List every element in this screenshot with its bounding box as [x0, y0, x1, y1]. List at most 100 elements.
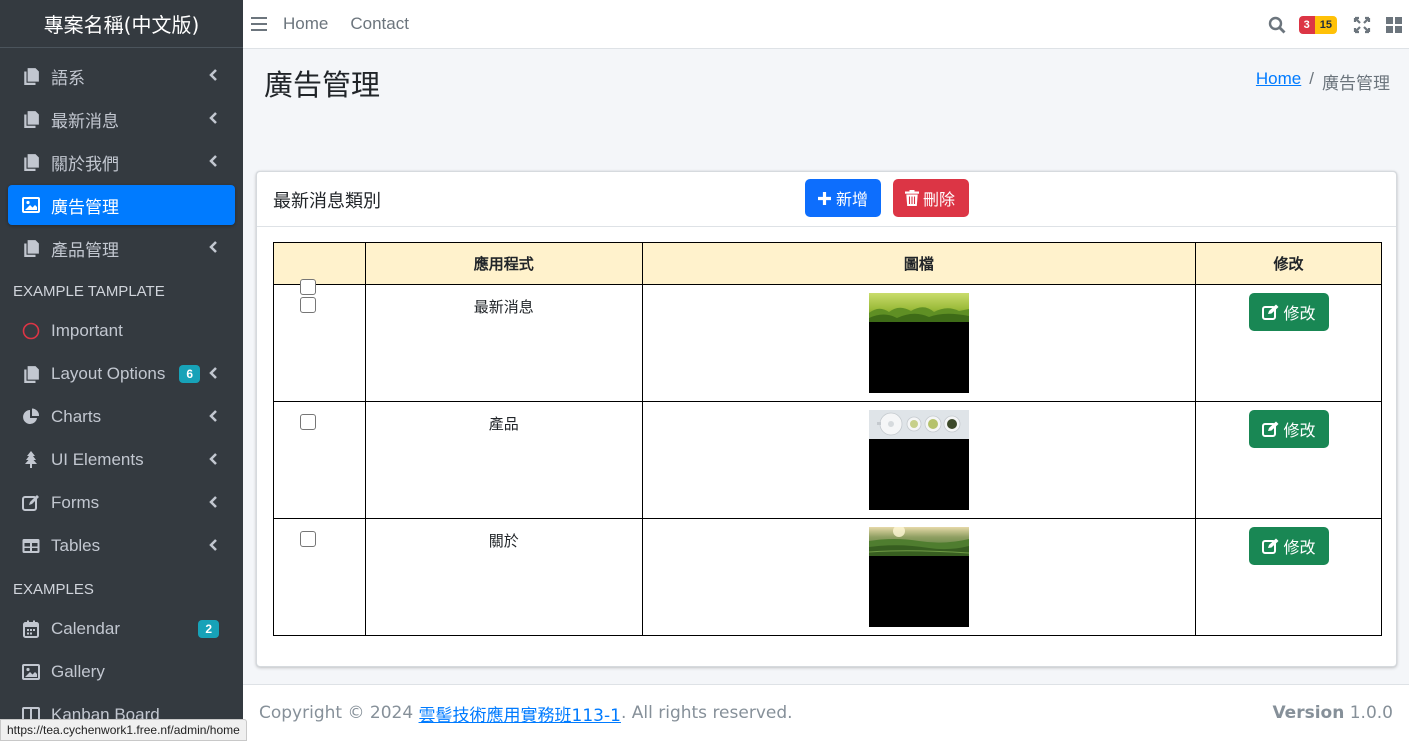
- column-header-image: 圖檔: [641, 242, 1197, 285]
- sidebar-item-label: Important: [51, 321, 123, 340]
- breadcrumb-separator: /: [1309, 69, 1314, 88]
- calendar-icon: [21, 619, 41, 639]
- breadcrumb-home[interactable]: Home: [1256, 69, 1301, 94]
- app-cell: 最新消息: [364, 284, 643, 402]
- navbar-right: 3 15: [1268, 0, 1409, 49]
- copy-icon: [21, 109, 41, 129]
- tea-plantation-photo: [868, 527, 969, 556]
- sidebar-item-ui-elements[interactable]: UI Elements: [8, 440, 235, 480]
- sidebar-item-ads[interactable]: 廣告管理: [8, 185, 235, 225]
- category-table: 應用程式 圖檔 修改 最新消息 修改 產品 修改 關於 修改: [273, 242, 1382, 636]
- row-checkbox[interactable]: [300, 414, 316, 430]
- table-row: 關於 修改: [273, 518, 1382, 636]
- copy-icon: [21, 364, 41, 384]
- tea-cups-photo: [868, 410, 969, 439]
- table-row: 產品 修改: [273, 401, 1382, 519]
- add-button-label: 新增: [836, 190, 869, 209]
- image-cell: [641, 518, 1197, 636]
- table-row: 最新消息 修改: [273, 284, 1382, 402]
- nav-header-examples: EXAMPLES: [13, 580, 94, 598]
- select-cell: [273, 284, 366, 402]
- edit-button[interactable]: 修改: [1248, 527, 1329, 565]
- notifications-badge[interactable]: 15: [1314, 15, 1337, 34]
- row-checkbox[interactable]: [300, 297, 316, 313]
- app-name: 產品: [488, 415, 519, 433]
- edit-button[interactable]: 修改: [1248, 410, 1329, 448]
- chevron-left-icon: [209, 112, 217, 124]
- sidebar-item-language[interactable]: 語系: [8, 56, 235, 96]
- tea-leaves-photo: [868, 293, 969, 322]
- sidebar-item-label: Layout Options: [51, 364, 166, 383]
- top-navbar: Home Contact 3 15: [243, 0, 1409, 49]
- add-button[interactable]: 新增: [805, 179, 881, 217]
- edit-cell: 修改: [1195, 518, 1382, 636]
- chevron-left-icon: [209, 69, 217, 81]
- table-icon: [21, 536, 41, 556]
- sidebar-item-products[interactable]: 產品管理: [8, 228, 235, 268]
- sidebar-item-important[interactable]: Important: [8, 311, 235, 351]
- select-cell: [273, 518, 366, 636]
- count-badge: 6: [179, 365, 200, 383]
- sidebar-item-label: 最新消息: [51, 111, 119, 131]
- edit-button-label: 修改: [1283, 421, 1316, 440]
- edit-button[interactable]: 修改: [1248, 293, 1329, 331]
- footer-copyright: Copyright © 2024: [259, 703, 419, 723]
- messages-badge[interactable]: 3: [1298, 15, 1315, 34]
- search-icon[interactable]: [1268, 16, 1286, 34]
- sidebar-item-charts[interactable]: Charts: [8, 397, 235, 437]
- app-cell: 關於: [364, 518, 643, 636]
- card-title: 最新消息類別: [273, 191, 381, 212]
- copy-icon: [21, 66, 41, 86]
- image-icon: [21, 195, 41, 215]
- edit-icon: [1261, 538, 1279, 554]
- sidebar: 專案名稱(中文版) 語系 最新消息 關於我們 廣告管理 產品管理 EXAMPLE…: [0, 0, 243, 741]
- sidebar-item-label: Charts: [51, 407, 102, 426]
- nav-header-template: EXAMPLE TAMPLATE: [13, 282, 165, 300]
- copy-icon: [21, 152, 41, 172]
- fullscreen-icon[interactable]: [1353, 16, 1371, 34]
- sidebar-item-label: Tables: [51, 536, 101, 555]
- footer-link[interactable]: 雲髻技術應用實務班113-1: [419, 701, 621, 726]
- circle-icon: [21, 321, 41, 341]
- row-checkbox[interactable]: [300, 531, 316, 547]
- sidebar-item-label: Gallery: [51, 662, 105, 681]
- trash-icon: [905, 190, 919, 206]
- breadcrumb: Home / 廣告管理: [1256, 69, 1390, 94]
- sidebar-item-label: Calendar: [51, 619, 120, 638]
- brand-title[interactable]: 專案名稱(中文版): [0, 0, 243, 48]
- chevron-left-icon: [209, 241, 217, 253]
- footer: Copyright © 2024 雲髻技術應用實務班113-1 . All ri…: [243, 684, 1409, 741]
- nav-link-home[interactable]: Home: [283, 14, 328, 34]
- sidebar-item-label: 語系: [51, 68, 85, 88]
- chevron-left-icon: [209, 453, 217, 465]
- image-icon: [21, 662, 41, 682]
- sidebar-item-news[interactable]: 最新消息: [8, 99, 235, 139]
- plus-icon: [818, 191, 831, 205]
- delete-button[interactable]: 刪除: [893, 179, 969, 217]
- sidebar-item-label: 產品管理: [51, 240, 119, 260]
- sidebar-nav: 語系 最新消息 關於我們 廣告管理 產品管理 EXAMPLE TAMPLATE …: [0, 48, 243, 735]
- version-label: Version: [1272, 703, 1345, 723]
- browser-status-url: https://tea.cychenwork1.free.nf/admin/ho…: [0, 719, 247, 741]
- tree-icon: [21, 450, 41, 470]
- sidebar-item-gallery[interactable]: Gallery: [8, 652, 235, 692]
- page-title: 廣告管理: [264, 68, 381, 102]
- sidebar-item-label: UI Elements: [51, 450, 144, 469]
- column-header-app: 應用程式: [364, 242, 643, 285]
- footer-version: Version 1.0.0: [1272, 703, 1393, 723]
- image-cell: [641, 401, 1197, 519]
- sidebar-item-layout-options[interactable]: Layout Options 6: [8, 354, 235, 394]
- nav-link-contact[interactable]: Contact: [350, 14, 409, 34]
- hamburger-menu-icon[interactable]: [251, 17, 267, 31]
- apps-grid-icon[interactable]: [1385, 16, 1403, 34]
- sidebar-item-calendar[interactable]: Calendar 2: [8, 609, 235, 649]
- edit-button-label: 修改: [1283, 538, 1316, 557]
- sidebar-item-label: 廣告管理: [51, 197, 119, 217]
- sidebar-item-forms[interactable]: Forms: [8, 483, 235, 523]
- edit-button-label: 修改: [1283, 304, 1316, 323]
- sidebar-item-tables[interactable]: Tables: [8, 526, 235, 566]
- sidebar-item-about[interactable]: 關於我們: [8, 142, 235, 182]
- pie-chart-icon: [21, 407, 41, 427]
- edit-icon: [1261, 421, 1279, 437]
- breadcrumb-current: 廣告管理: [1322, 74, 1390, 93]
